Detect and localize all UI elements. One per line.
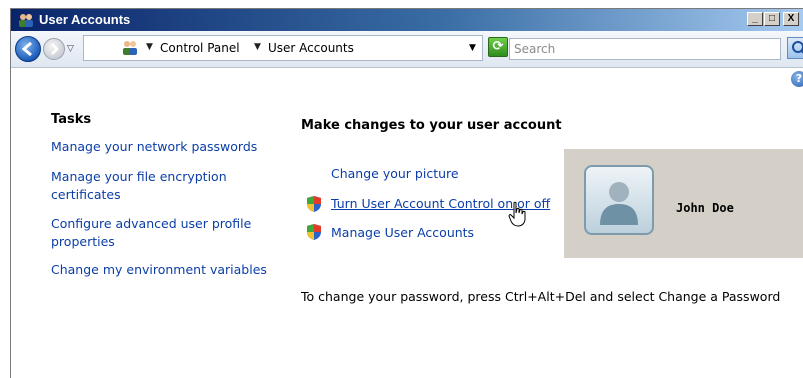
address-dropdown-icon[interactable]: ▼ <box>469 43 476 53</box>
user-picture-icon <box>600 182 638 225</box>
environment-variables-link[interactable]: Change my environment variables <box>51 261 291 279</box>
close-button[interactable]: X <box>783 12 799 26</box>
back-button[interactable] <box>15 36 41 62</box>
advanced-profile-link[interactable]: Configure advanced user profile properti… <box>51 215 261 251</box>
user-accounts-window: User Accounts _ □ X ▽ ▼ Control Panel ▼ … <box>10 8 803 378</box>
manage-user-accounts-link[interactable]: Manage User Accounts <box>331 225 474 240</box>
user-panel: John Doe <box>564 149 803 258</box>
arrow-right-icon <box>51 43 59 55</box>
shield-icon <box>307 224 321 240</box>
search-input[interactable]: Search <box>514 42 555 56</box>
hand-cursor-icon <box>508 201 526 227</box>
user-name: John Doe <box>676 201 734 215</box>
breadcrumb-user-accounts[interactable]: User Accounts <box>268 41 354 55</box>
navigation-bar: ▽ ▼ Control Panel ▼ User Accounts ▼ ⟳ Se… <box>11 31 803 68</box>
avatar[interactable] <box>584 165 654 235</box>
arrow-left-icon <box>21 41 32 57</box>
breadcrumb-control-panel[interactable]: Control Panel <box>160 41 240 55</box>
tasks-heading: Tasks <box>51 112 92 127</box>
file-encryption-link[interactable]: Manage your file encryption certificates <box>51 168 251 204</box>
change-picture-link[interactable]: Change your picture <box>331 166 459 181</box>
user-accounts-icon <box>19 14 33 27</box>
title-bar[interactable]: User Accounts _ □ X <box>11 9 803 31</box>
maximize-button[interactable]: □ <box>764 12 780 26</box>
search-icon <box>792 41 803 54</box>
control-panel-icon <box>123 41 137 55</box>
main-heading: Make changes to your user account <box>301 118 562 133</box>
password-instructions: To change your password, press Ctrl+Alt+… <box>301 289 781 304</box>
breadcrumb-separator-icon[interactable]: ▼ <box>146 42 153 52</box>
shield-icon <box>307 196 321 212</box>
minimize-button[interactable]: _ <box>747 12 763 26</box>
window-title: User Accounts <box>39 12 131 27</box>
help-icon[interactable]: ? <box>791 71 803 87</box>
refresh-icon: ⟳ <box>492 39 504 54</box>
network-passwords-link[interactable]: Manage your network passwords <box>51 138 281 156</box>
refresh-button[interactable]: ⟳ <box>488 37 508 57</box>
address-bar[interactable]: ▼ Control Panel ▼ User Accounts ▼ <box>83 35 483 61</box>
search-button[interactable] <box>787 37 803 59</box>
search-box[interactable]: Search <box>509 38 781 60</box>
history-dropdown-icon[interactable]: ▽ <box>67 44 74 54</box>
forward-button[interactable] <box>43 38 65 60</box>
breadcrumb-separator-icon[interactable]: ▼ <box>254 42 261 52</box>
